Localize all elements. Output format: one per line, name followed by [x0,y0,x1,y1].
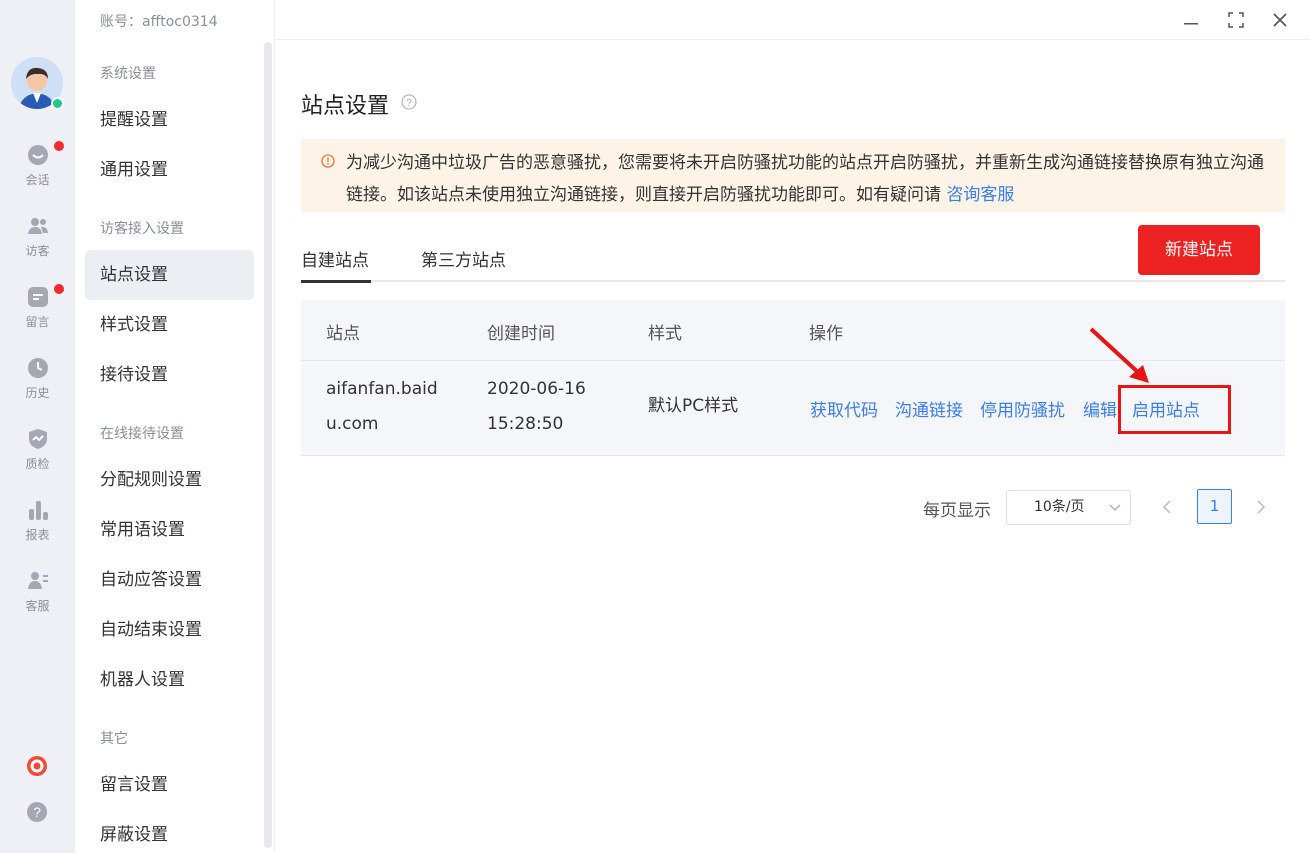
rail-label-agent: 客服 [25,599,50,613]
rail-item-history[interactable]: 历史 [0,356,75,416]
page-size-label: 每页显示 [923,501,991,521]
title-bar [275,0,1310,40]
online-status-dot [51,97,64,110]
chat-icon [27,145,48,165]
notice-banner: 为减少沟通中垃圾广告的恶意骚扰，您需要将未开启防骚扰功能的站点开启防骚扰，并重新… [301,139,1285,212]
rail-item-agent[interactable]: 客服 [0,569,75,629]
sidebar-item-reminder[interactable]: 提醒设置 [85,95,254,145]
lifebuoy-icon[interactable] [26,755,48,777]
group-title-online-reception: 在线接待设置 [100,426,184,442]
warning-icon [321,154,335,168]
account-label: 账号：afftoc0314 [100,14,218,30]
maximize-icon[interactable] [1225,9,1247,31]
row-divider [301,455,1285,456]
messages-badge [54,284,64,294]
rail-label-history: 历史 [25,386,50,400]
chevron-down-icon [1109,504,1121,511]
rail-item-chat[interactable]: 会话 [0,143,75,203]
column-header-created: 创建时间 [487,324,555,344]
get-code-link[interactable]: 获取代码 [810,396,878,421]
site-domain-line2: u.com [326,414,379,434]
visitors-icon [27,218,48,234]
disable-anti-harassment-link[interactable]: 停用防骚扰 [980,396,1065,421]
report-icon [28,501,48,520]
sidebar-item-auto-reply[interactable]: 自动应答设置 [85,555,254,605]
tab-third-party-sites[interactable]: 第三方站点 [421,246,506,271]
message-icon [27,287,48,307]
quality-check-icon [28,429,47,449]
new-site-button[interactable]: 新建站点 [1138,225,1260,275]
svg-text:?: ? [33,804,41,820]
table-cell-site: aifanfan.baid u.com [326,372,438,442]
chat-badge [54,141,64,151]
sidebar-item-reception[interactable]: 接待设置 [85,350,254,400]
sidebar-item-site-settings[interactable]: 站点设置 [85,250,254,300]
rail-label-report: 报表 [25,528,50,542]
column-header-style: 样式 [648,324,682,344]
created-time: 15:28:50 [487,414,564,434]
rail-item-visitors[interactable]: 访客 [0,214,75,274]
history-icon [27,358,48,378]
sidebar-item-general[interactable]: 通用设置 [85,145,254,195]
minimize-icon[interactable] [1180,9,1202,31]
active-tab-indicator [301,280,371,283]
site-domain-line1: aifanfan.baid [326,379,438,399]
svg-text:?: ? [406,98,412,109]
rail-label-chat: 会话 [25,173,50,187]
table-cell-created: 2020-06-16 15:28:50 [487,372,586,442]
rail-item-report[interactable]: 报表 [0,498,75,558]
notice-text: 为减少沟通中垃圾广告的恶意骚扰，您需要将未开启防骚扰功能的站点开启防骚扰，并重新… [346,153,1264,205]
help-icon[interactable]: ? [26,801,48,823]
group-title-other: 其它 [100,731,128,747]
annotation-arrow-icon [1089,327,1149,383]
rail-label-messages: 留言 [25,315,50,329]
column-header-actions: 操作 [809,324,843,344]
next-page-icon[interactable] [1254,498,1268,516]
sidebar-item-robot[interactable]: 机器人设置 [85,655,254,705]
close-icon[interactable] [1269,9,1291,31]
edit-link[interactable]: 编辑 [1083,396,1117,421]
sidebar-item-block-settings[interactable]: 屏蔽设置 [85,810,254,853]
page-title: 站点设置 [301,94,390,119]
chat-link-link[interactable]: 沟通链接 [895,396,963,421]
rail-label-quality: 质检 [25,457,50,471]
rail-item-messages[interactable]: 留言 [0,285,75,345]
column-header-site: 站点 [326,324,360,344]
sidebar-item-message-settings[interactable]: 留言设置 [85,760,254,810]
sidebar-item-auto-end[interactable]: 自动结束设置 [85,605,254,655]
sidebar-item-common-phrases[interactable]: 常用语设置 [85,505,254,555]
created-date: 2020-06-16 [487,379,586,399]
tab-self-built-sites[interactable]: 自建站点 [301,246,369,271]
sidebar-item-style[interactable]: 样式设置 [85,300,254,350]
contact-support-link[interactable]: 咨询客服 [946,185,1014,205]
agent-icon [27,572,48,589]
sidebar-item-assignment-rules[interactable]: 分配规则设置 [85,455,254,505]
group-title-system: 系统设置 [100,66,156,82]
page-number-current[interactable]: 1 [1197,489,1232,524]
question-icon[interactable]: ? [401,94,417,110]
rail-item-quality[interactable]: 质检 [0,427,75,487]
annotation-highlight-box [1118,385,1231,434]
table-cell-style: 默认PC样式 [648,396,739,416]
prev-page-icon[interactable] [1160,498,1174,516]
group-title-visitor-access: 访客接入设置 [100,221,184,237]
rail-label-visitors: 访客 [25,244,50,258]
sidebar-scrollbar[interactable] [264,42,272,848]
